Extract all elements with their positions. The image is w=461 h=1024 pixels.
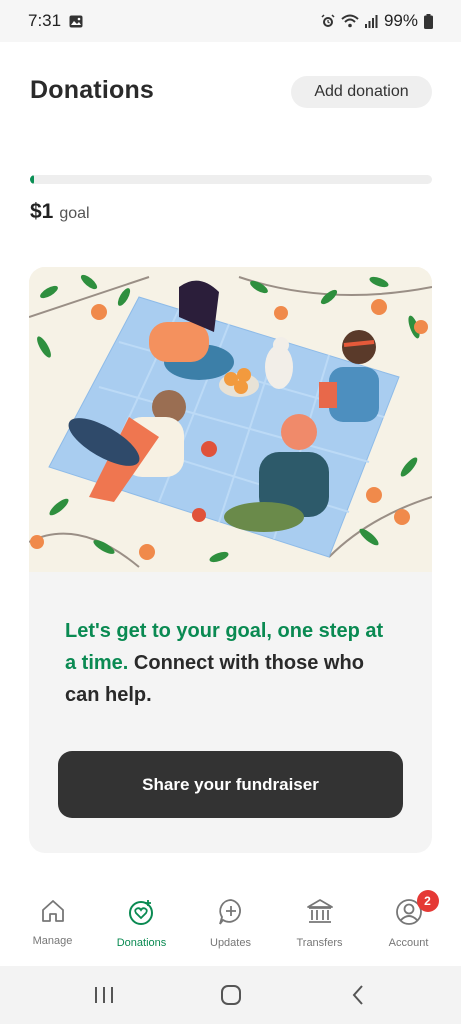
nav-label-updates: Updates — [210, 937, 251, 949]
nav-item-manage[interactable]: Manage — [13, 880, 93, 966]
back-icon[interactable] — [333, 975, 383, 1015]
notification-badge: 2 — [416, 890, 439, 912]
picnic-illustration — [29, 267, 432, 572]
goal-summary: $1 goal — [30, 200, 90, 224]
home-button-icon[interactable] — [206, 975, 256, 1015]
add-update-icon — [217, 898, 245, 931]
share-card: Let's get to your goal, one step at a ti… — [29, 267, 432, 853]
signal-icon — [364, 14, 378, 28]
nav-label-donations: Donations — [116, 937, 167, 949]
alarm-icon — [321, 14, 335, 28]
card-message: Let's get to your goal, one step at a ti… — [65, 615, 385, 711]
nav-label-transfers: Transfers — [296, 937, 343, 949]
status-time: 7:31 — [28, 11, 62, 30]
goal-label: goal — [59, 205, 90, 222]
home-icon — [40, 898, 66, 929]
heart-target-icon — [128, 898, 156, 931]
bottom-nav: Manage Donations Updates Transfers 2 Acc… — [0, 880, 461, 966]
image-icon — [69, 15, 83, 28]
nav-item-account[interactable]: 2 Account — [369, 880, 449, 966]
page-title: Donations — [30, 76, 155, 104]
goal-amount: $1 — [30, 200, 54, 223]
nav-label-manage: Manage — [32, 935, 73, 947]
nav-label-account: Account — [388, 937, 429, 949]
battery-percent: 99% — [383, 11, 418, 30]
goal-progress-fill — [30, 175, 35, 184]
status-bar: 7:31 99% — [0, 0, 461, 42]
system-nav-bar — [0, 966, 461, 1024]
bank-icon — [305, 898, 335, 931]
share-fundraiser-button[interactable]: Share your fundraiser — [58, 751, 403, 818]
wifi-icon — [341, 14, 359, 28]
nav-item-updates[interactable]: Updates — [191, 880, 271, 966]
page-header: Donations Add donation — [0, 72, 461, 112]
goal-progress-bar — [30, 175, 432, 184]
nav-item-transfers[interactable]: Transfers — [280, 880, 360, 966]
nav-item-donations[interactable]: Donations — [102, 880, 182, 966]
add-donation-button[interactable]: Add donation — [291, 76, 432, 108]
recents-icon[interactable] — [79, 975, 129, 1015]
battery-icon — [424, 13, 433, 29]
